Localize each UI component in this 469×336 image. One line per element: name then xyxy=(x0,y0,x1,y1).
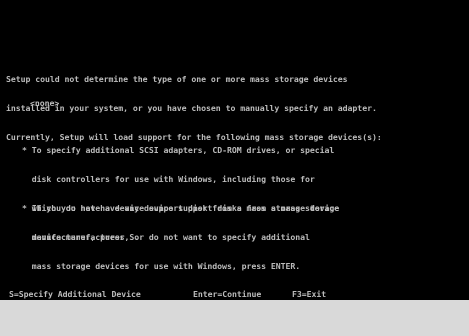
bullet-line: device manufacturer, or do not want to s… xyxy=(31,231,310,242)
bullet-line: * To specify additional SCSI adapters, C… xyxy=(22,145,335,156)
bullet-marker: * xyxy=(22,145,27,156)
bullet-marker: * xyxy=(22,203,27,214)
exit-key[interactable]: F3=Exit xyxy=(292,289,326,300)
bullet-line: mass storage devices for use with Window… xyxy=(31,260,301,271)
device-list: <none> xyxy=(30,98,60,108)
specify-device-key[interactable]: S=Specify Additional Device xyxy=(9,289,141,300)
continue-instructions: * If you do not have any device support … xyxy=(22,185,339,291)
intro-line: installed in your system, or you have ch… xyxy=(6,102,377,113)
status-bar: S=Specify Additional Device Enter=Contin… xyxy=(0,288,469,300)
bullet-line: * If you do not have any device support … xyxy=(22,203,340,214)
continue-key[interactable]: Enter=Continue xyxy=(193,289,261,300)
bullet-line: disk controllers for use with Windows, i… xyxy=(31,173,315,184)
setup-screen: Setup could not determine the type of on… xyxy=(0,0,469,300)
intro-line: Setup could not determine the type of on… xyxy=(6,74,348,85)
